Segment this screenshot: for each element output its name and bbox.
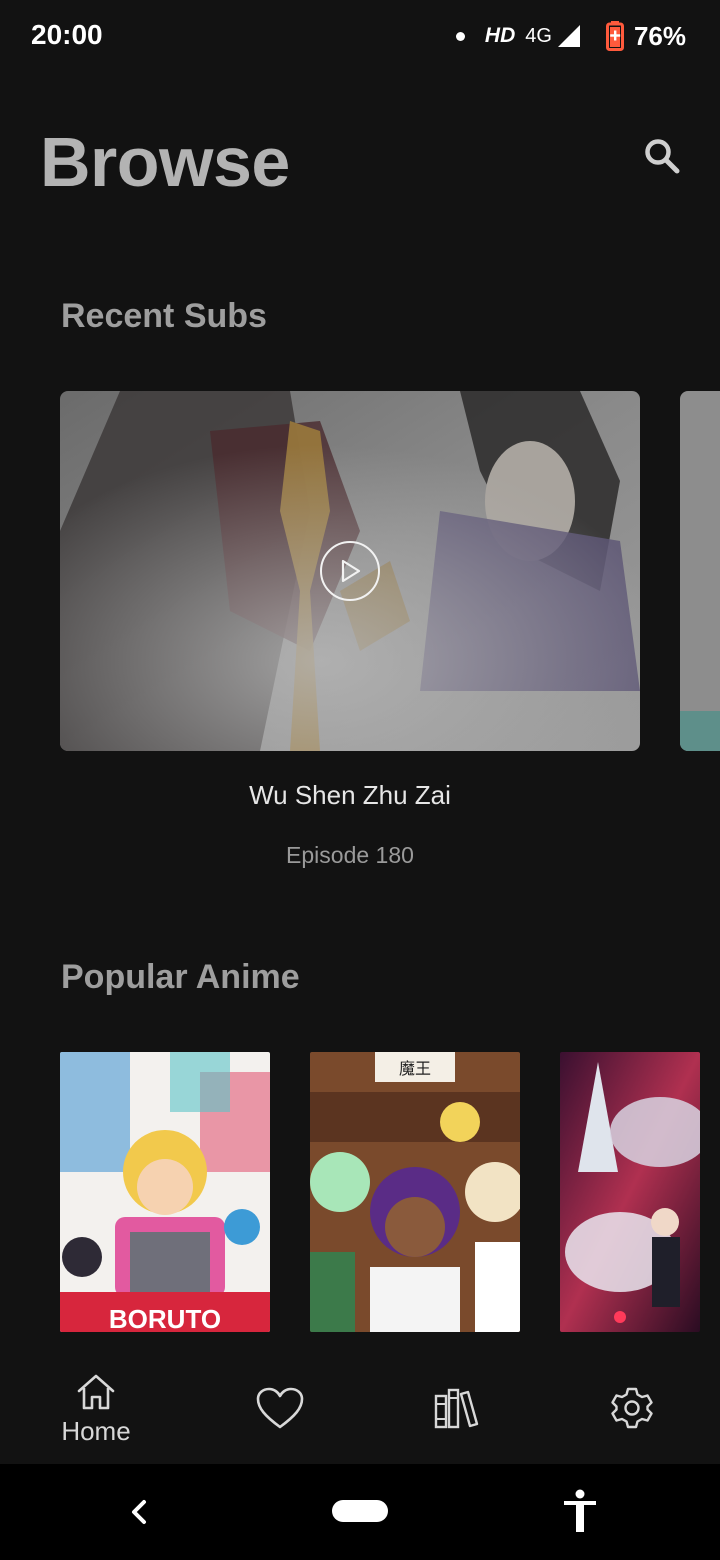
battery-icon bbox=[605, 21, 624, 51]
anime-poster-1[interactable]: BORUTO bbox=[60, 1052, 270, 1332]
play-button[interactable] bbox=[320, 541, 380, 601]
home-pill[interactable] bbox=[332, 1500, 388, 1522]
poster-art-boruto: BORUTO bbox=[60, 1052, 270, 1332]
network-label: 4G bbox=[525, 24, 552, 47]
poster-1-text: BORUTO bbox=[109, 1304, 221, 1332]
recent-sub-episode: Episode 180 bbox=[286, 842, 414, 868]
section-title-recent-subs: Recent Subs bbox=[61, 297, 267, 335]
poster-art-angel bbox=[560, 1052, 700, 1332]
poster-art-maou: 魔王 bbox=[310, 1052, 520, 1332]
home-icon bbox=[77, 1374, 115, 1410]
notification-dot-icon bbox=[455, 31, 465, 41]
recent-sub-title: Wu Shen Zhu Zai bbox=[249, 780, 451, 810]
heart-icon bbox=[256, 1387, 304, 1429]
back-icon[interactable] bbox=[124, 1494, 156, 1530]
library-icon bbox=[434, 1388, 479, 1429]
signal-icon bbox=[557, 25, 580, 47]
recent-sub-card-next[interactable] bbox=[680, 391, 720, 751]
section-title-popular-anime: Popular Anime bbox=[61, 958, 300, 996]
nav-favorites[interactable] bbox=[246, 1362, 314, 1464]
page-title: Browse bbox=[40, 123, 290, 201]
episode-thumbnail-next bbox=[680, 391, 720, 751]
anime-poster-3[interactable] bbox=[560, 1052, 700, 1332]
hd-label: HD bbox=[484, 24, 516, 47]
nav-home[interactable]: Home bbox=[46, 1362, 146, 1464]
screen: 20:00 HD 4G 76% Browse Recent Subs Wu Sh… bbox=[0, 0, 720, 1560]
nav-settings[interactable] bbox=[604, 1362, 660, 1464]
status-bar: 20:00 HD 4G 76% bbox=[0, 0, 720, 72]
nav-library[interactable] bbox=[424, 1362, 488, 1464]
search-button[interactable] bbox=[636, 130, 688, 182]
status-icons: HD 4G 76% bbox=[455, 18, 686, 54]
poster-2-sign-text: 魔王 bbox=[399, 1059, 431, 1078]
search-icon bbox=[645, 139, 680, 174]
anime-poster-2[interactable]: 魔王 bbox=[310, 1052, 520, 1332]
bottom-navigation: Home bbox=[0, 1362, 720, 1464]
recent-sub-card[interactable] bbox=[60, 391, 640, 751]
gear-icon bbox=[611, 1387, 653, 1429]
battery-percent: 76% bbox=[633, 20, 686, 51]
play-icon bbox=[341, 559, 361, 583]
status-time: 20:00 bbox=[31, 19, 103, 50]
nav-home-label: Home bbox=[61, 1416, 131, 1446]
accessibility-icon[interactable] bbox=[562, 1488, 598, 1534]
